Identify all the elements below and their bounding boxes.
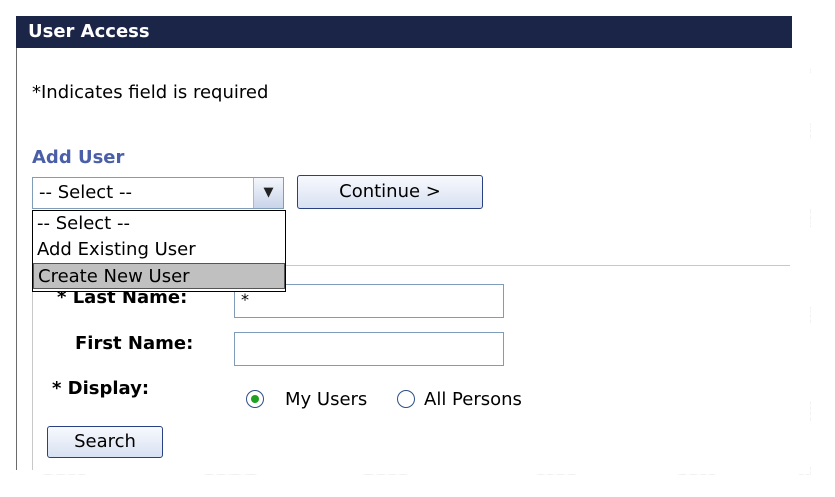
radio-label-all-persons[interactable]: All Persons [424, 389, 522, 410]
first-name-input[interactable] [234, 332, 504, 366]
dropdown-option-create-new-user[interactable]: Create New User [33, 263, 285, 289]
dropdown-option-add-existing-user[interactable]: Add Existing User [33, 237, 285, 263]
first-name-label: First Name: [75, 333, 194, 354]
select-value: -- Select -- [39, 182, 132, 203]
dropdown-option-select[interactable]: -- Select -- [33, 211, 285, 237]
radio-all-persons[interactable] [397, 390, 415, 408]
search-button[interactable]: Search [47, 426, 163, 458]
chevron-down-icon[interactable]: ▼ [253, 178, 283, 208]
required-field-note: *Indicates field is required [32, 82, 269, 103]
radio-label-my-users[interactable]: My Users [285, 389, 367, 410]
radio-selected-dot [251, 395, 259, 403]
radio-my-users[interactable] [246, 390, 264, 408]
add-user-select[interactable]: -- Select -- ▼ [32, 177, 284, 209]
panel-title: User Access [16, 16, 792, 48]
add-user-dropdown-list: -- Select -- Add Existing User Create Ne… [32, 210, 286, 292]
continue-button[interactable]: Continue > [297, 175, 483, 209]
display-label: * Display: [52, 378, 150, 399]
add-user-label: Add User [32, 147, 125, 168]
